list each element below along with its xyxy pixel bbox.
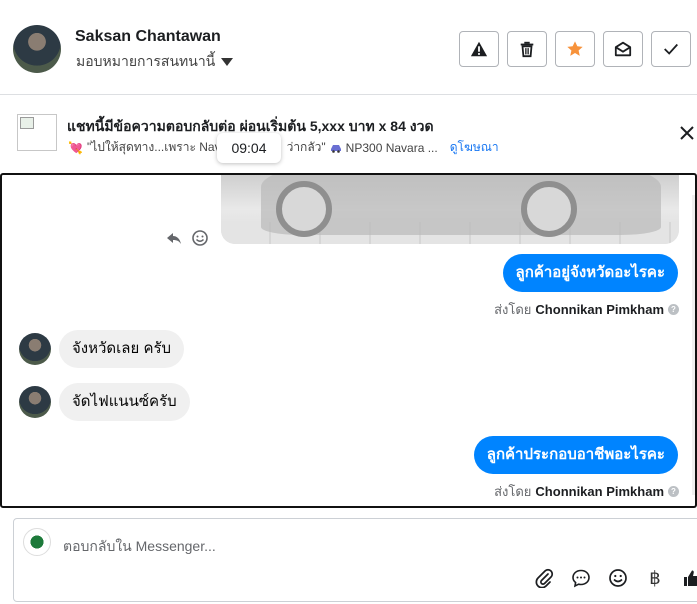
trash-icon	[520, 41, 534, 58]
ad-subtitle: 💘 "ไปให้สุดทาง...เพราะ Nav ว่ากลัว" NP30…	[68, 138, 499, 157]
sent-by-label: ส่งโดย Chonnikan Pimkham ?	[494, 299, 679, 320]
close-icon[interactable]	[678, 124, 696, 142]
star-button[interactable]	[555, 31, 595, 67]
mark-unread-button[interactable]	[603, 31, 643, 67]
customer-avatar-small	[19, 386, 51, 418]
conversation-header: Saksan Chantawan มอบหมายการสนทนานี้	[0, 0, 697, 95]
outgoing-message[interactable]: ลูกค้าประกอบอาชีพอะไรคะ	[473, 436, 678, 474]
sent-by-name: Chonnikan Pimkham	[535, 484, 664, 499]
incoming-message[interactable]: จังหวัดเลย ครับ	[59, 330, 185, 368]
ad-car-model: NP300 Navara ...	[345, 140, 438, 155]
sent-by-name: Chonnikan Pimkham	[535, 302, 664, 317]
shared-car-photo[interactable]	[221, 175, 679, 244]
thumbs-up-icon[interactable]	[682, 568, 697, 588]
page-avatar	[23, 528, 51, 556]
assign-conversation-dropdown[interactable]: มอบหมายการสนทนานี้	[76, 51, 234, 73]
mark-done-button[interactable]	[651, 31, 691, 67]
customer-avatar-small	[19, 333, 51, 365]
report-button[interactable]	[459, 31, 499, 67]
sent-by-label: ส่งโดย Chonnikan Pimkham ?	[494, 481, 679, 502]
mail-open-icon	[614, 41, 632, 57]
help-icon[interactable]: ?	[668, 304, 679, 315]
sent-by-prefix: ส่งโดย	[494, 302, 532, 317]
delete-button[interactable]	[507, 31, 547, 67]
incoming-message[interactable]: จัดไฟแนนซ์ครับ	[59, 383, 190, 421]
timestamp-tooltip: 09:04	[217, 133, 281, 163]
message-actions	[165, 229, 209, 247]
alert-icon	[470, 41, 488, 57]
message-thread[interactable]: ลูกค้าอยู่จังหวัดอะไรคะ ส่งโดย Chonnikan…	[0, 173, 697, 508]
composer-tools: ฿	[534, 568, 697, 588]
incoming-message-row: จัดไฟแนนซ์ครับ	[19, 383, 190, 421]
caret-down-icon	[221, 58, 234, 66]
photo-wheel	[276, 181, 332, 237]
header-actions	[459, 31, 691, 67]
view-ad-link[interactable]: ดูโฆษณา	[450, 138, 499, 157]
photo-wheel	[521, 181, 577, 237]
reply-input[interactable]: ตอบกลับใน Messenger...	[63, 536, 216, 558]
sent-by-prefix: ส่งโดย	[494, 484, 532, 499]
emoji-icon[interactable]	[608, 568, 628, 588]
customer-avatar[interactable]	[13, 25, 61, 73]
reply-icon[interactable]	[165, 229, 183, 247]
ad-subtitle-text: "ไปให้สุดทาง...เพราะ Nav	[86, 140, 221, 154]
heart-emoji: 💘	[68, 140, 83, 155]
chat-bubble-icon[interactable]	[571, 568, 591, 588]
car-icon	[330, 144, 341, 153]
smiley-icon[interactable]	[191, 229, 209, 247]
ad-thumbnail	[17, 114, 57, 151]
help-icon[interactable]: ?	[668, 486, 679, 497]
customer-name[interactable]: Saksan Chantawan	[75, 28, 221, 46]
outgoing-message[interactable]: ลูกค้าอยู่จังหวัดอะไรคะ	[502, 254, 678, 292]
scrollbar[interactable]	[692, 195, 695, 495]
ad-subtitle-text-2: ว่ากลัว"	[286, 140, 326, 154]
check-icon	[664, 43, 678, 55]
baht-icon[interactable]: ฿	[645, 568, 665, 588]
star-icon	[567, 41, 583, 56]
assign-label: มอบหมายการสนทนานี้	[76, 53, 216, 69]
paperclip-icon[interactable]	[534, 568, 554, 588]
incoming-message-row: จังหวัดเลย ครับ	[19, 330, 185, 368]
ad-context-banner: แชทนี้มีข้อความตอบกลับต่อ ผ่อนเริ่มต้น 5…	[0, 96, 697, 172]
reply-composer: ตอบกลับใน Messenger... ฿	[13, 518, 697, 602]
